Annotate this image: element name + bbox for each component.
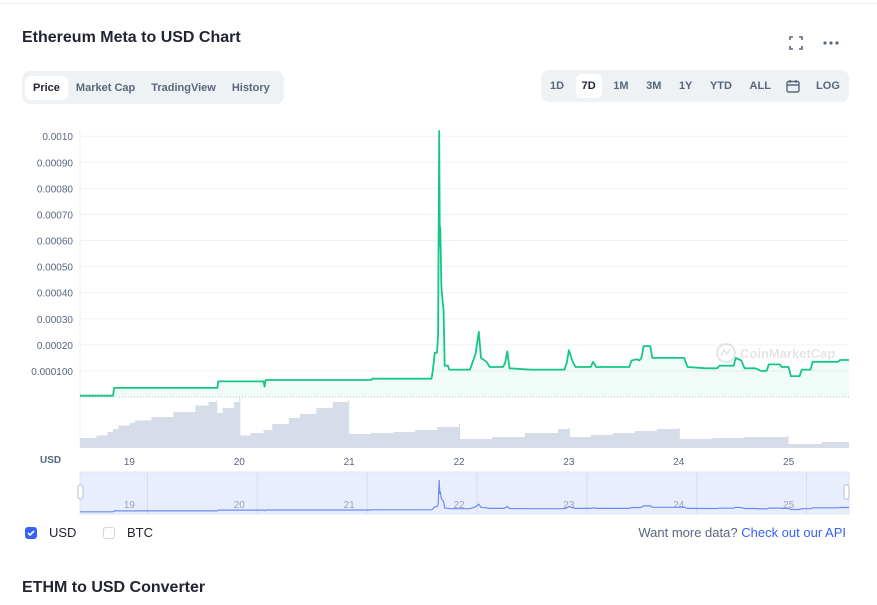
navigator-left-handle[interactable] bbox=[77, 484, 84, 500]
x-tick-label: 20 bbox=[234, 457, 246, 468]
y-tick-label: 0.000100 bbox=[31, 367, 73, 378]
navigator-tick-label: 21 bbox=[344, 500, 356, 511]
range-navigator[interactable]: 19 20 21 22 23 24 25 bbox=[77, 471, 850, 515]
price-chart: 0.0010 0.00090 0.00080 0.00070 0.00060 0.0005… bbox=[31, 130, 850, 515]
usd-toggle[interactable]: USD bbox=[25, 525, 76, 540]
y-tick-label: 0.00080 bbox=[37, 184, 74, 195]
x-tick-label: 21 bbox=[344, 457, 356, 468]
y-tick-label: 0.00070 bbox=[37, 210, 74, 221]
currency-axis-label: USD bbox=[40, 455, 61, 466]
usd-label: USD bbox=[49, 525, 77, 540]
navigator-right-handle[interactable] bbox=[843, 484, 850, 500]
x-tick-label: 22 bbox=[453, 457, 465, 468]
y-tick-label: 0.00020 bbox=[37, 341, 74, 352]
btc-toggle[interactable]: BTC bbox=[103, 525, 153, 540]
navigator-tick-label: 20 bbox=[234, 500, 246, 511]
btc-label: BTC bbox=[127, 525, 153, 540]
watermark-text: CoinMarketCap bbox=[740, 346, 835, 361]
volume-bars bbox=[80, 398, 849, 448]
btc-checkbox[interactable] bbox=[103, 526, 115, 539]
navigator-tick-label: 23 bbox=[563, 500, 575, 511]
navigator-tick-label: 19 bbox=[124, 500, 136, 511]
y-tick-label: 0.00090 bbox=[37, 158, 74, 169]
x-tick-label: 19 bbox=[124, 457, 136, 468]
usd-checkbox-checked-icon[interactable] bbox=[25, 526, 37, 539]
converter-title: ETHM to USD Converter bbox=[22, 579, 206, 596]
navigator-tick-label: 22 bbox=[453, 500, 465, 511]
y-tick-label: 0.00030 bbox=[37, 315, 74, 326]
y-axis-ticks: 0.0010 0.00090 0.00080 0.00070 0.00060 0.0005… bbox=[31, 132, 73, 378]
y-tick-label: 0.00060 bbox=[37, 237, 74, 248]
navigator-tick-label: 24 bbox=[673, 500, 685, 511]
y-tick-label: 0.0010 bbox=[42, 132, 73, 143]
x-tick-label: 25 bbox=[783, 457, 795, 468]
x-tick-label: 23 bbox=[563, 457, 575, 468]
volume-area bbox=[80, 398, 849, 448]
api-link[interactable]: Check out our API bbox=[741, 525, 846, 540]
more-data-text: Want more data? bbox=[638, 525, 738, 540]
grid-lines bbox=[79, 131, 849, 448]
y-tick-label: 0.00050 bbox=[37, 263, 74, 274]
x-tick-label: 24 bbox=[673, 457, 685, 468]
y-tick-label: 0.00040 bbox=[37, 289, 74, 300]
x-axis-ticks: 19 20 21 22 23 24 25 bbox=[124, 457, 795, 468]
more-data-note: Want more data? Check out our API bbox=[638, 525, 846, 540]
